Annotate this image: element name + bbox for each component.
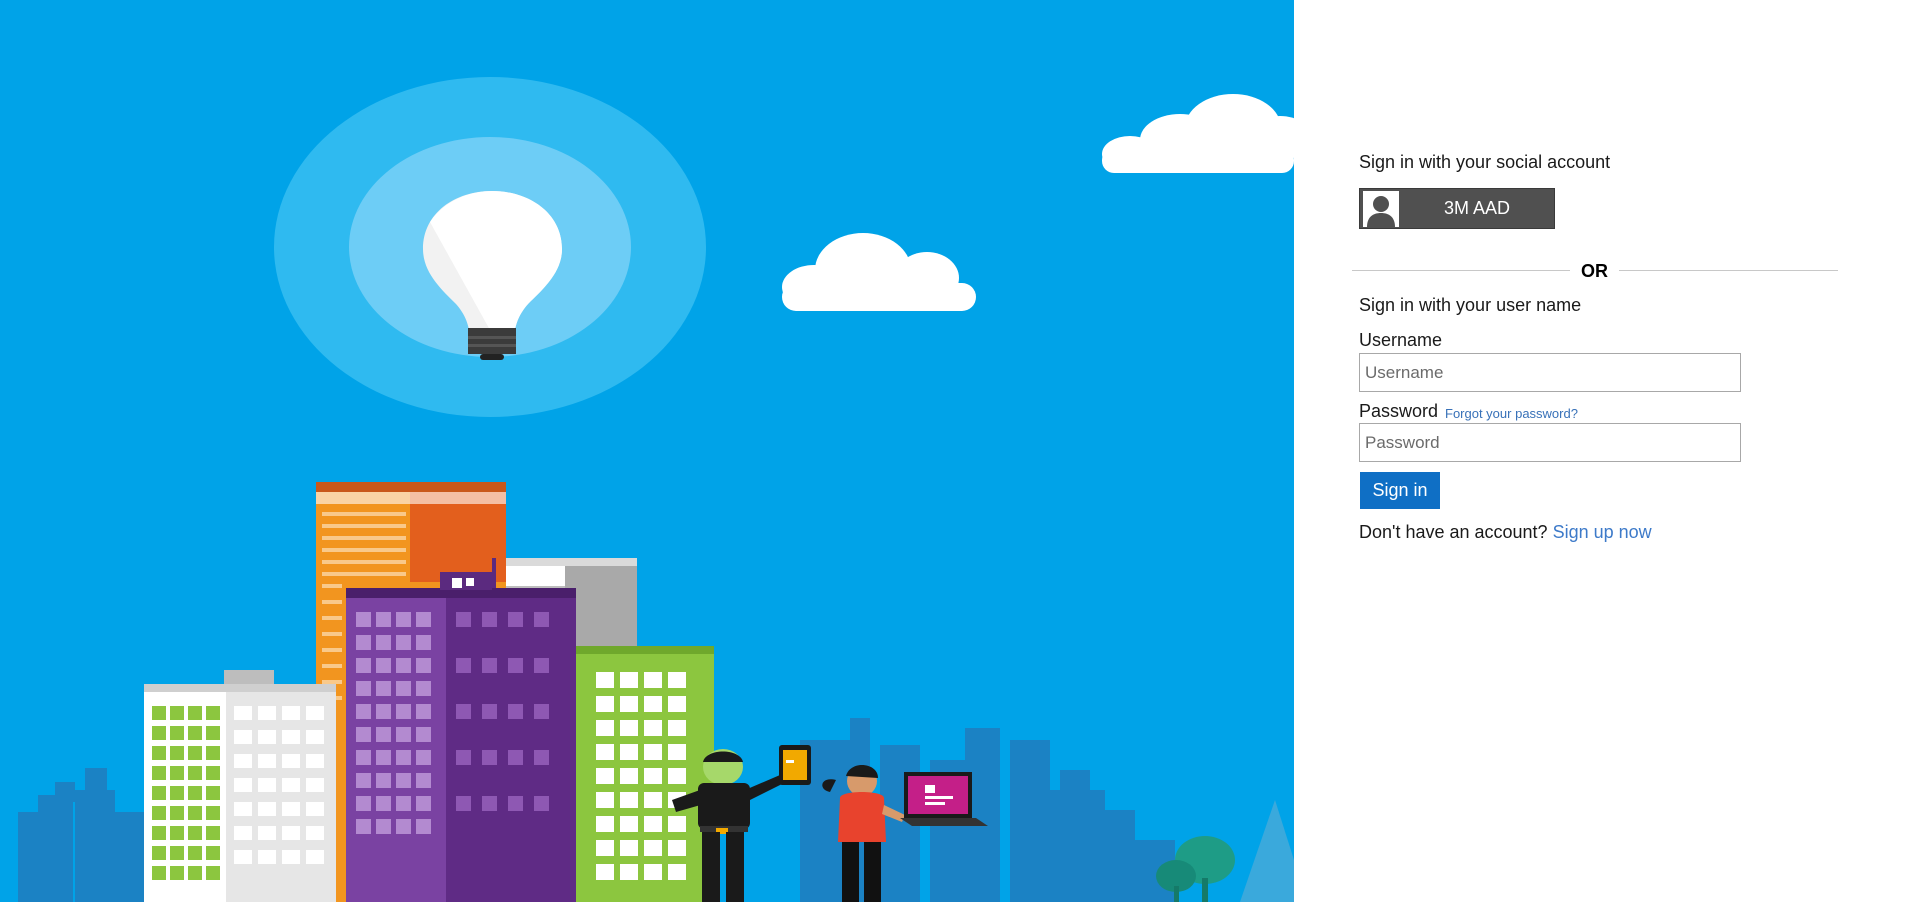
forgot-password-link[interactable]: Forgot your password? [1445,406,1578,421]
cloud-large [1102,94,1294,173]
sign-in-form: Sign in with your social account 3M AAD … [1352,152,1839,542]
hero-illustration [0,0,1294,902]
password-label: Password [1359,401,1439,421]
or-label: OR [1581,261,1608,281]
divider-line-right [1619,270,1838,271]
local-account-heading: Sign in with your user name [1359,295,1582,315]
or-divider: OR [1352,259,1838,283]
signup-prompt: Don't have an account? [1359,522,1548,542]
username-label: Username [1359,330,1443,350]
username-input[interactable] [1359,353,1741,392]
cloud-small [782,233,976,311]
signup-row: Don't have an account? Sign up now [1359,522,1652,543]
building-white [144,670,336,902]
social-provider-label: 3M AAD [1443,198,1511,218]
social-provider-button[interactable]: 3M AAD [1359,188,1555,229]
sign-in-button[interactable]: Sign in [1360,472,1440,509]
social-heading: Sign in with your social account [1359,152,1611,172]
user-icon [1363,191,1399,227]
building-green [576,646,714,902]
divider-line-left [1352,270,1570,271]
building-purple [346,558,576,902]
sign-up-link[interactable]: Sign up now [1553,522,1652,542]
city-skyline-illustration [18,77,1294,902]
password-input[interactable] [1359,423,1741,462]
